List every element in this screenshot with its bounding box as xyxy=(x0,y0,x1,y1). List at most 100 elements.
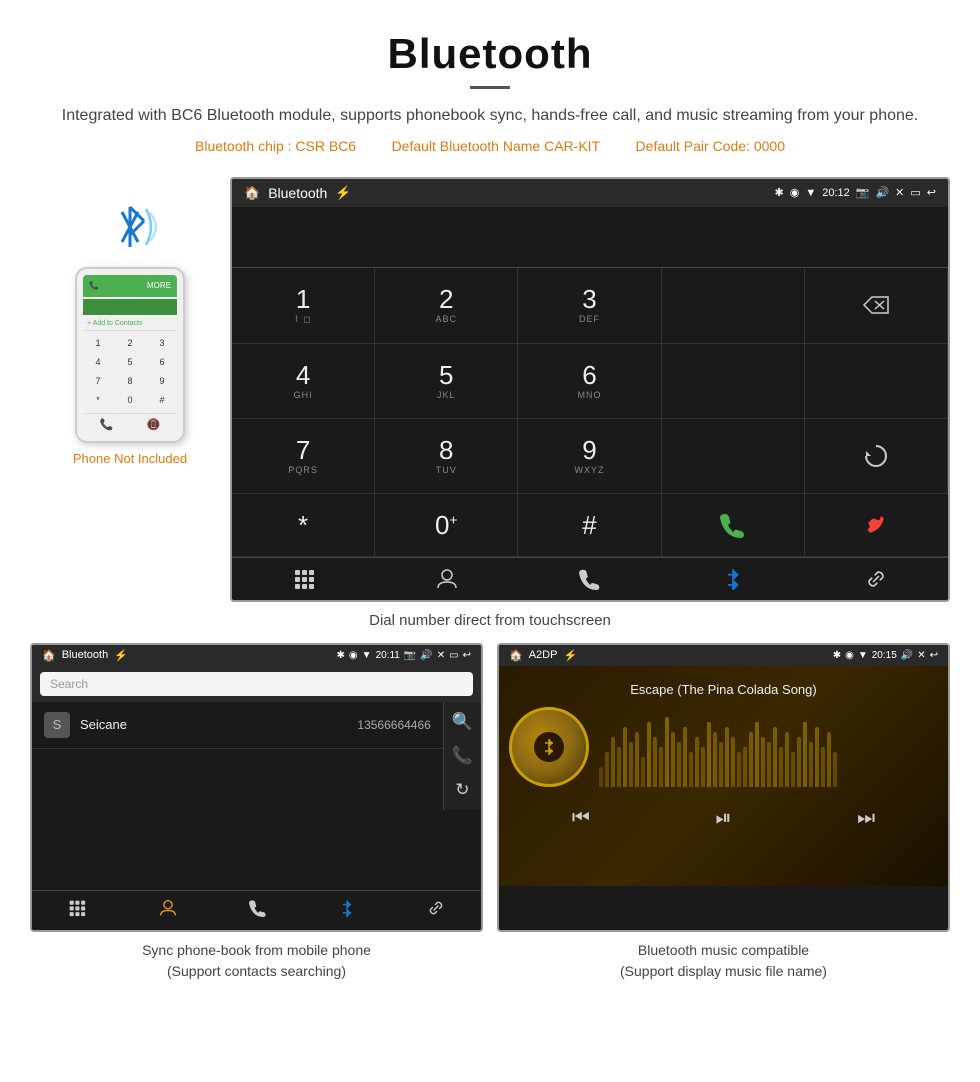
pb-search-box[interactable]: Search xyxy=(40,672,473,696)
pb-right-icons: 🔍 📞 ↻ xyxy=(443,702,481,810)
dialer-redial[interactable] xyxy=(805,419,948,494)
middle-row: 📞 MORE + Add to Contacts 1 2 3 4 5 6 7 8… xyxy=(0,177,980,602)
bt-signal-icon xyxy=(100,197,160,257)
music-time: 20:15 xyxy=(872,650,897,661)
pb-call-icon[interactable]: 📞 xyxy=(452,746,473,766)
bottom-calls-icon[interactable] xyxy=(518,568,661,590)
location-icon: ◉ xyxy=(790,186,800,199)
pb-bottom-calls[interactable] xyxy=(249,899,267,922)
phone-key-9: 9 xyxy=(147,373,177,390)
dialer-key-3[interactable]: 3 DEF xyxy=(518,268,661,344)
pb-status-right: ✱ ◉ ▼ 20:11 📷 🔊 ✕ ▭ ↩ xyxy=(337,650,471,661)
home-icon: 🏠 xyxy=(244,185,260,201)
pb-window-icon: ▭ xyxy=(449,650,458,661)
header-specs: Bluetooth chip : CSR BC6 Default Bluetoo… xyxy=(60,135,920,157)
music-disc-inner xyxy=(534,732,564,762)
phone-mockup: 📞 MORE + Add to Contacts 1 2 3 4 5 6 7 8… xyxy=(75,267,185,443)
music-location-icon: ◉ xyxy=(845,650,854,661)
status-title: Bluetooth xyxy=(268,185,327,201)
pb-bottom-keypad[interactable] xyxy=(68,899,86,922)
pb-contact-row[interactable]: S Seicane 13566664466 xyxy=(32,702,443,749)
dialer-key-0[interactable]: 0+ xyxy=(375,494,518,557)
phone-not-included-label: Phone Not Included xyxy=(73,451,187,466)
dialer-key-7[interactable]: 7 PQRS xyxy=(232,419,375,494)
music-caption-text: Bluetooth music compatible(Support displ… xyxy=(620,942,827,979)
pb-status-bar: 🏠 Bluetooth ⚡ ✱ ◉ ▼ 20:11 📷 🔊 ✕ ▭ ↩ xyxy=(32,645,481,666)
pb-search-icon[interactable]: 🔍 xyxy=(452,712,473,732)
status-right: ✱ ◉ ▼ 20:12 📷 🔊 ✕ ▭ ↩ xyxy=(775,186,937,199)
pb-home-icon: 🏠 xyxy=(42,649,56,662)
pb-camera-icon: 📷 xyxy=(404,650,416,661)
dialer-key-6[interactable]: 6 MNO xyxy=(518,344,661,419)
music-bt-icon: ✱ xyxy=(833,650,841,661)
bottom-link-icon[interactable] xyxy=(805,568,948,590)
dialer-call-button[interactable] xyxy=(662,494,805,557)
status-time: 20:12 xyxy=(822,187,850,199)
status-left: 🏠 Bluetooth ⚡ xyxy=(244,185,352,201)
phonebook-screen: 🏠 Bluetooth ⚡ ✱ ◉ ▼ 20:11 📷 🔊 ✕ ▭ ↩ Sear… xyxy=(30,643,483,932)
status-bar: 🏠 Bluetooth ⚡ ✱ ◉ ▼ 20:12 📷 🔊 ✕ ▭ ↩ xyxy=(232,179,948,207)
music-status-right: ✱ ◉ ▼ 20:15 🔊 ✕ ↩ xyxy=(833,650,938,661)
pb-bottom-link[interactable] xyxy=(427,899,445,922)
phone-key-3: 3 xyxy=(147,335,177,352)
pb-empty-area xyxy=(32,810,481,890)
music-controls: ⏮ ⏯ ⏭ xyxy=(509,807,938,836)
page-header: Bluetooth Integrated with BC6 Bluetooth … xyxy=(0,0,980,167)
phone-key-5: 5 xyxy=(115,354,145,371)
dialer-end-button[interactable] xyxy=(805,494,948,557)
bottom-keypad-icon[interactable] xyxy=(232,568,375,590)
pb-location-icon: ◉ xyxy=(349,650,358,661)
music-next[interactable]: ⏭ xyxy=(857,807,875,830)
dialer-empty-4 xyxy=(662,419,805,494)
phone-key-7: 7 xyxy=(83,373,113,390)
phone-illustration: 📞 MORE + Add to Contacts 1 2 3 4 5 6 7 8… xyxy=(30,177,230,466)
close-icon: ✕ xyxy=(895,186,904,199)
music-play-pause[interactable]: ⏯ xyxy=(715,807,731,830)
dialer-backspace[interactable] xyxy=(805,268,948,344)
dialer-key-8[interactable]: 8 TUV xyxy=(375,419,518,494)
music-prev[interactable]: ⏮ xyxy=(572,807,590,830)
pb-contact-initial: S xyxy=(53,717,62,732)
music-screen: 🏠 A2DP ⚡ ✱ ◉ ▼ 20:15 🔊 ✕ ↩ Escape (The P… xyxy=(497,643,950,932)
window-icon: ▭ xyxy=(910,186,920,199)
dialer-key-4[interactable]: 4 GHI xyxy=(232,344,375,419)
pb-usb-icon: ⚡ xyxy=(114,649,128,662)
pb-contact-list: S Seicane 13566664466 xyxy=(32,702,443,810)
pb-title: Bluetooth xyxy=(62,649,108,661)
lower-row: 🏠 Bluetooth ⚡ ✱ ◉ ▼ 20:11 📷 🔊 ✕ ▭ ↩ Sear… xyxy=(0,643,980,932)
phone-key-hash: # xyxy=(147,392,177,409)
phone-key-4: 4 xyxy=(83,354,113,371)
bottom-contacts-icon[interactable] xyxy=(375,568,518,590)
music-home-icon: 🏠 xyxy=(509,649,523,662)
pb-contact-avatar: S xyxy=(44,712,70,738)
pb-wifi-icon: ▼ xyxy=(362,650,372,661)
phonebook-caption-text: Sync phone-book from mobile phone(Suppor… xyxy=(142,942,371,979)
wifi-icon: ▼ xyxy=(805,187,816,199)
bottom-icon-bar xyxy=(232,557,948,600)
bottom-bluetooth-icon[interactable] xyxy=(662,568,805,590)
phone-key-0: 0 xyxy=(115,392,145,409)
pb-bottom-bt[interactable] xyxy=(340,899,354,922)
dialer-key-9[interactable]: 9 WXYZ xyxy=(518,419,661,494)
phone-call-icon: 📞 xyxy=(100,418,114,431)
title-divider xyxy=(470,86,510,89)
music-status-left: 🏠 A2DP ⚡ xyxy=(509,649,577,662)
dialer-key-hash[interactable]: # xyxy=(518,494,661,557)
dialer-key-5[interactable]: 5 JKL xyxy=(375,344,518,419)
music-vol-icon: 🔊 xyxy=(901,650,913,661)
dialer-screen: 🏠 Bluetooth ⚡ ✱ ◉ ▼ 20:12 📷 🔊 ✕ ▭ ↩ xyxy=(230,177,950,602)
dialer-grid: 1 ⌇ ◻ 2 ABC 3 DEF 4 GH xyxy=(232,267,948,557)
bt-icon: ✱ xyxy=(775,186,784,199)
pb-bottom-contacts[interactable] xyxy=(159,899,177,922)
phone-add-contact-label: + Add to Contacts xyxy=(83,317,177,331)
pb-bt-icon: ✱ xyxy=(337,650,345,661)
pb-refresh-icon[interactable]: ↻ xyxy=(455,780,469,800)
phone-key-8: 8 xyxy=(115,373,145,390)
phone-add-contacts-bar xyxy=(83,299,177,315)
pb-close-icon: ✕ xyxy=(437,650,445,661)
dialer-key-1[interactable]: 1 ⌇ ◻ xyxy=(232,268,375,344)
music-close-icon: ✕ xyxy=(917,650,925,661)
phone-key-star: * xyxy=(83,392,113,409)
dialer-key-star[interactable]: * xyxy=(232,494,375,557)
dialer-key-2[interactable]: 2 ABC xyxy=(375,268,518,344)
